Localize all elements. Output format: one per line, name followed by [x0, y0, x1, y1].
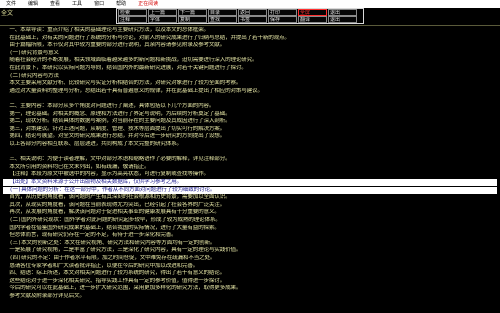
text-line[interactable]: 通过对大量资料的整理与分析，总结出若干具有普遍意义的规律，并在此基础上提出了相应…	[3, 88, 497, 95]
text-line[interactable]: 第三，对策建议。针对上述问题，从制度、管理、技术等层面提出了切实可行的解决方案。	[3, 126, 497, 133]
text-line[interactable]: 首先，从历史的角度看，该问题的产生有其深刻的社会根源和历史背景，需要加以全面认识…	[3, 194, 497, 201]
text-line[interactable]: 国内学者在借鉴国外研究成果的基础上，结合我国的实际情况，进行了大量有益的探索。	[3, 225, 497, 232]
menu-bar: 文件 编辑 查看 工具 窗口 帮助 正在阅读	[0, 0, 500, 8]
toolbar-button-row2-0[interactable]: 注释	[118, 16, 147, 23]
text-line[interactable]: 这些结论对于进一步深化相关研究、指导实践工作具有一定的参考价值，值得进一步探讨。	[3, 278, 497, 285]
text-line[interactable]: (四)研究的不足：由于作者水平有限，加之时间仓促，文中难免存在疏漏和不当之处。	[3, 255, 497, 262]
toolbar-button-row2-1[interactable]: 字体	[148, 16, 177, 23]
text-line[interactable]: 本文主要采用文献分析、比较研究与实证分析相结合的方法，对研究对象进行了较为全面的…	[3, 80, 497, 87]
text-line[interactable]: 四、结语：综上所述，本文对相关问题进行了较为系统的研究，得出了若干有意义的结论。	[3, 270, 497, 277]
menu-item-0[interactable]: 文件	[0, 0, 22, 8]
toolbar-button-row2-3[interactable]: 查找	[208, 16, 237, 23]
text-line[interactable]: 随着社会经济的不断发展，相关领域面临着越来越多的新问题和新挑战，迫切需要进行深入…	[3, 57, 497, 64]
text-line[interactable]: 由于篇幅所限，本节仅对其中较为重要的部分进行说明，其余内容请参见附录及参考文献。	[3, 42, 497, 49]
toolbar-button-row1-4[interactable]: 返回	[238, 9, 267, 16]
view-mode-label: 全文	[1, 11, 14, 17]
toolbar-button-row1-3[interactable]: 目录	[208, 9, 237, 16]
text-line[interactable]: 其次，从现实的角度看，该问题在当前表现得尤为突出，已经引起了社会各界的广泛关注。	[3, 202, 497, 209]
text-line[interactable]: 【注释】本段为原文中被选中的内容，显示为高亮状态，可进行复制或查找等操作。	[3, 171, 497, 178]
text-line[interactable]: 二、主要内容：本部分从多个角度对问题进行了阐述，具体包括以下几个方面的内容。	[3, 103, 497, 110]
menu-item-4[interactable]: 窗口	[88, 0, 110, 8]
text-line[interactable]: (三)本文的创新之处：本文在研究视角、研究方法和研究内容等方面均有一定的创新。	[3, 240, 497, 247]
menu-item-3[interactable]: 工具	[66, 0, 88, 8]
text-line[interactable]: 第一，理论基础。对相关的概念、原理和方法进行了界定与说明，为后续的分析奠定了基础…	[3, 111, 497, 118]
toolbar-button-row2-2[interactable]: 复制	[178, 16, 207, 23]
text-line[interactable]: 但总体而言，现有研究仍存在一定的不足，有待于进一步深化和完善。	[3, 232, 497, 239]
document-body[interactable]: 一、本章导读：重点介绍了相关的基础理论与主要研究方法，以及本文的总体框架。 在此…	[0, 27, 500, 313]
toolbar-button-row1-5[interactable]: 打印	[268, 9, 297, 16]
toolbar-button-row1-0[interactable]: 检索	[118, 9, 147, 16]
text-line[interactable]: 再次，从发展的角度看，解决该问题对于促进相关事业的健康发展具有十分重要的意义。	[3, 209, 497, 216]
text-line[interactable]: 第二，现状分析。结合具体的数据与案例，对当前存在的主要问题及其成因进行了深入剖析…	[3, 118, 497, 125]
text-line[interactable]: (一)研究背景与意义	[3, 50, 497, 57]
text-line[interactable]: 三、相关说明：为便于读者理解，文中对部分术语和缩略语作了必要的解释，详见注释部分…	[3, 156, 497, 163]
text-line[interactable]: 一是拓展了研究视角，二是丰富了研究方法，三是深化了研究内容，具有一定的理论与实践…	[3, 247, 497, 254]
text-line[interactable]: 第四，结论与展望。对全文的研究成果进行总结，并对今后进一步研究的方向提出了设想。	[3, 133, 497, 140]
toolbar-button-row2-5[interactable]: 保存	[268, 16, 297, 23]
header-divider	[0, 25, 500, 26]
toolbar-button-row2-4[interactable]: 书签	[238, 16, 267, 23]
text-line[interactable]	[3, 95, 497, 102]
text-line[interactable]: 在此背景下，本研究以实际问题为导向，结合国内外的最新研究进展，对若干关键问题进行…	[3, 65, 497, 72]
toolbar-button-row1-2[interactable]: 下一篇	[178, 9, 207, 16]
text-line[interactable]	[3, 149, 497, 156]
menu-item-5[interactable]: 帮助	[110, 0, 132, 8]
text-line[interactable]: 在此基础上，对有关的问题进行了系统的分析与讨论，对前人的研究成果进行了归纳与总结…	[3, 35, 497, 42]
text-line[interactable]: 以上各部分内容相互联系、层层递进，共同构成了本文完整的研究体系。	[3, 141, 497, 148]
toolbar-button-row1-7[interactable]: 退出	[328, 9, 357, 16]
text-line[interactable]: 今后的研究可以在此基础上，进一步扩大研究范围，采用更加多样化的研究方法，取得更多…	[3, 285, 497, 292]
toolbar-button-row2-6[interactable]: 翻译	[298, 16, 327, 23]
text-line[interactable]: 恳请各位专家学者和广大读者批评指正，以便在今后的研究中加以改进和完善。	[3, 263, 497, 270]
toolbar-button-row2-7[interactable]: 退出	[328, 16, 357, 23]
selected-text-line[interactable]: 【出处】本文资料来源于公开出版物及相关数据库，仅供学习参考之用。	[3, 179, 497, 186]
selected-text-line[interactable]: (一)具体问题的分析：在这一部分中，作者从不同方面对问题进行了较为细致的讨论。	[3, 186, 497, 194]
text-line[interactable]: 一、本章导读：重点介绍了相关的基础理论与主要研究方法，以及本文的总体框架。	[3, 27, 497, 34]
text-line[interactable]: (二)国内外研究现状：国外学者对此问题的研究起步较早，形成了较为成熟的理论体系。	[3, 217, 497, 224]
menu-item-6[interactable]: 正在阅读	[132, 0, 164, 8]
text-line[interactable]: 本文所引用的资料均已在文末列出，如有疏漏，敬请指正。	[3, 164, 497, 171]
text-line[interactable]: 参考文献及附录部分详见后文。	[3, 293, 497, 300]
menu-item-2[interactable]: 查看	[44, 0, 66, 8]
toolbar-button-row1-1[interactable]: 上一篇	[148, 9, 177, 16]
toolbar: 检索 上一篇 下一篇 目录 返回 打印 全屏 退出 注释 字体 复制 查找 书签 保存 翻译 退出	[116, 8, 364, 24]
menu-item-1[interactable]: 编辑	[22, 0, 44, 8]
text-line[interactable]: (二)研究内容与方法	[3, 73, 497, 80]
toolbar-button-row1-6[interactable]: 全屏	[298, 9, 327, 16]
